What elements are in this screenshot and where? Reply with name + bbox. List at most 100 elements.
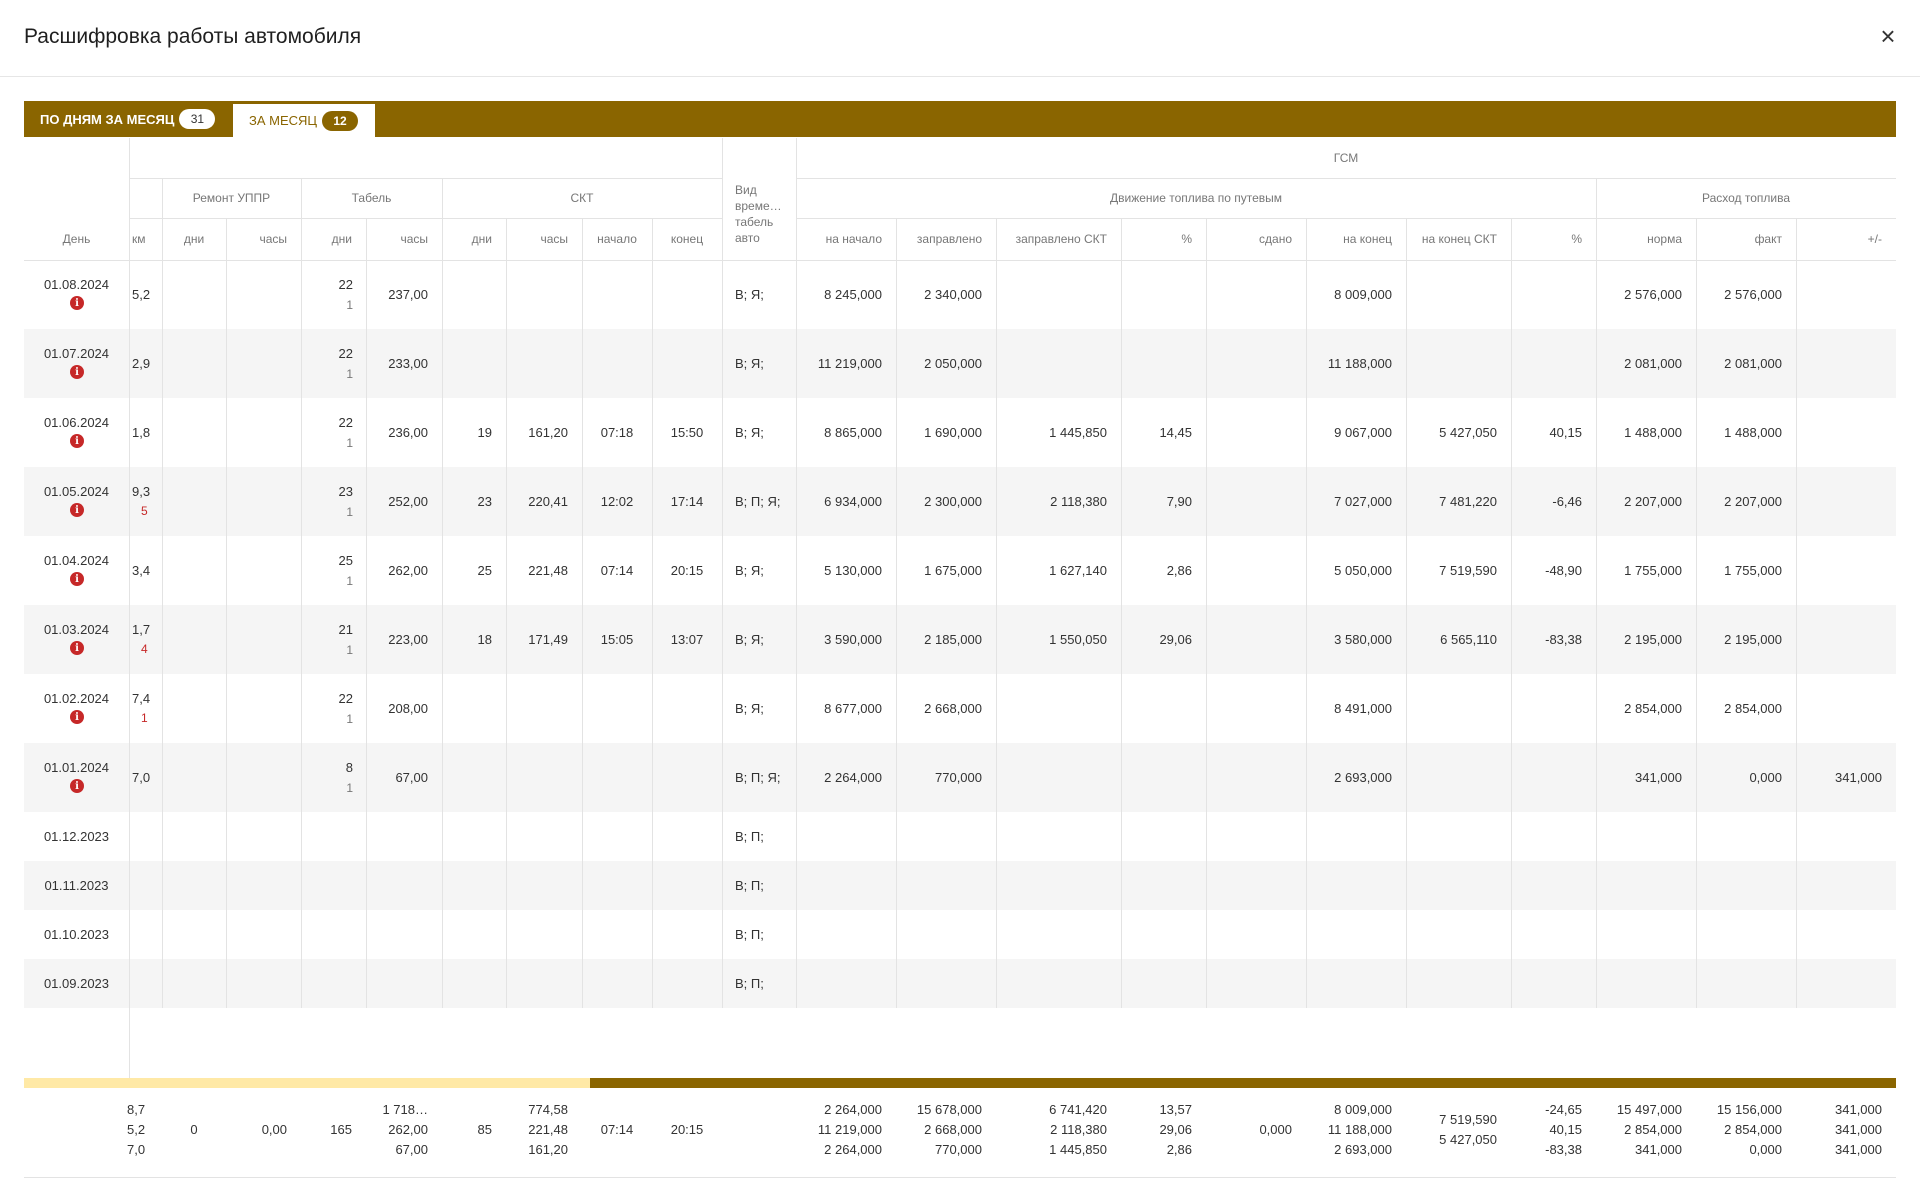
row-c-norm: 2 854,000 — [1624, 701, 1682, 716]
row-f-start: 5 130,000 — [824, 563, 882, 578]
total-km: 8,7 — [127, 1102, 146, 1117]
row-f-start: 8 245,000 — [824, 287, 882, 302]
header-f-refuel-skt: заправлено СКТ — [1015, 232, 1107, 246]
row-f-end: 9 067,000 — [1334, 425, 1392, 440]
info-icon[interactable]: i — [70, 641, 84, 655]
row-day: 01.12.2023 — [43, 829, 110, 844]
row-tabel-days: 22 — [338, 415, 353, 430]
row-c-fact: 2 576,000 — [1724, 287, 1782, 302]
total-repair-hours: 0,00 — [261, 1122, 287, 1137]
total-km: 7,0 — [127, 1142, 146, 1157]
row-tabel-hours: 233,00 — [388, 356, 428, 371]
row-f-end: 2 693,000 — [1334, 770, 1392, 785]
total-c-fact: 2 854,000 — [1724, 1122, 1782, 1137]
close-icon[interactable]: × — [1874, 22, 1902, 50]
table-row[interactable] — [24, 959, 1896, 1008]
total-skt-days: 85 — [477, 1122, 492, 1137]
row-skt-end: 20:15 — [670, 563, 704, 578]
row-day: 01.02.2024 — [43, 691, 110, 706]
row-tabel-days: 22 — [338, 277, 353, 292]
row-c-norm: 2 195,000 — [1624, 632, 1682, 647]
total-f-refuel-skt: 1 445,850 — [1049, 1142, 1107, 1157]
row-tabel-hours: 262,00 — [388, 563, 428, 578]
header-skt-start: начало — [597, 232, 637, 246]
row-km: 2,9 — [132, 356, 151, 371]
header-vid-3: табель — [735, 215, 774, 229]
total-skt-hours: 774,58 — [528, 1102, 568, 1117]
row-vid: В; Я; — [735, 425, 764, 440]
total-f-end: 8 009,000 — [1334, 1102, 1392, 1117]
row-km-secondary: 5 — [141, 504, 148, 518]
info-icon[interactable]: i — [70, 365, 84, 379]
row-c-fact: 2 854,000 — [1724, 701, 1782, 716]
total-c-diff: 341,000 — [1835, 1102, 1882, 1117]
row-f-refuel: 2 185,000 — [924, 632, 982, 647]
data-table: День км Ремонт УППР дни часы Табель дни часы СКТ… — [24, 138, 1896, 1078]
row-f-end: 5 050,000 — [1334, 563, 1392, 578]
row-tabel-days: 21 — [338, 622, 353, 637]
row-day: 01.01.2024 — [43, 760, 110, 775]
row-f-refuel-skt: 2 118,380 — [1050, 494, 1107, 509]
total-f-handed: 0,000 — [1259, 1122, 1292, 1137]
row-f-pct2: -48,90 — [1545, 563, 1582, 578]
row-day: 01.06.2024 — [43, 415, 110, 430]
tab-by-days[interactable]: ПО ДНЯМ ЗА МЕСЯЦ 31 — [24, 101, 231, 137]
table-row[interactable] — [24, 861, 1896, 910]
info-icon[interactable]: i — [70, 779, 84, 793]
tab-by-month-count: 12 — [322, 110, 359, 131]
row-vid: В; Я; — [735, 356, 764, 371]
row-f-start: 3 590,000 — [824, 632, 882, 647]
total-km: 5,2 — [127, 1122, 146, 1137]
header-vid-2: време… — [735, 199, 782, 213]
scrollbar-thumb[interactable] — [590, 1078, 1896, 1088]
info-icon[interactable]: i — [70, 710, 84, 724]
total-skt-end: 20:15 — [670, 1122, 704, 1137]
header-skt-end: конец — [670, 232, 704, 246]
row-f-end: 11 188,000 — [1327, 356, 1392, 371]
row-c-norm: 1 755,000 — [1624, 563, 1682, 578]
row-f-end: 3 580,000 — [1334, 632, 1392, 647]
row-f-refuel: 2 668,000 — [924, 701, 982, 716]
row-km: 7,4 — [132, 691, 151, 706]
totals-row: 8,7 5,2 7,0 0 0,00 165 1 718… 262,00 67,00 85 774,… — [24, 1088, 1896, 1178]
total-f-pct: 29,06 — [1159, 1122, 1192, 1137]
header-f-pct2: % — [1571, 232, 1582, 246]
row-f-refuel: 1 675,000 — [924, 563, 982, 578]
dialog-title: Расшифровка работы автомобиля — [24, 25, 362, 48]
row-tabel-days-secondary: 1 — [346, 712, 353, 726]
header-repair-group: Ремонт УППР — [192, 191, 271, 205]
total-f-refuel: 15 678,000 — [916, 1102, 982, 1117]
total-f-pct2: -24,65 — [1545, 1102, 1582, 1117]
table-row[interactable] — [24, 812, 1896, 861]
row-f-end: 8 491,000 — [1334, 701, 1392, 716]
info-icon[interactable]: i — [70, 572, 84, 586]
row-day: 01.04.2024 — [43, 553, 110, 568]
table-row[interactable] — [24, 910, 1896, 959]
row-tabel-hours: 223,00 — [388, 632, 428, 647]
row-f-refuel: 2 340,000 — [924, 287, 982, 302]
total-c-norm: 2 854,000 — [1624, 1122, 1682, 1137]
row-f-pct: 7,90 — [1166, 494, 1192, 509]
info-icon[interactable]: i — [70, 434, 84, 448]
total-c-fact: 15 156,000 — [1716, 1102, 1782, 1117]
row-skt-end: 17:14 — [670, 494, 704, 509]
row-f-start: 2 264,000 — [824, 770, 882, 785]
row-day: 01.07.2024 — [43, 346, 110, 361]
total-f-end-skt: 7 519,590 — [1439, 1112, 1497, 1127]
header-tabel-hours: часы — [400, 232, 428, 246]
row-f-end-skt: 7 481,220 — [1439, 494, 1497, 509]
info-icon[interactable]: i — [70, 503, 84, 517]
header-f-end: на конец — [1343, 232, 1392, 246]
row-tabel-days-secondary: 1 — [346, 367, 353, 381]
row-tabel-days-secondary: 1 — [346, 574, 353, 588]
total-tabel-hours: 262,00 — [388, 1122, 428, 1137]
horizontal-scrollbar[interactable] — [24, 1078, 1896, 1088]
total-tabel-days: 165 — [330, 1122, 352, 1137]
row-skt-end: 15:50 — [670, 425, 704, 440]
info-icon[interactable]: i — [70, 296, 84, 310]
row-km-secondary: 1 — [141, 711, 148, 725]
row-f-end-skt: 6 565,110 — [1440, 632, 1497, 647]
row-f-refuel: 2 300,000 — [924, 494, 982, 509]
header-vid-1: Вид — [735, 183, 757, 197]
tab-by-month[interactable]: ЗА МЕСЯЦ 12 — [233, 101, 375, 137]
